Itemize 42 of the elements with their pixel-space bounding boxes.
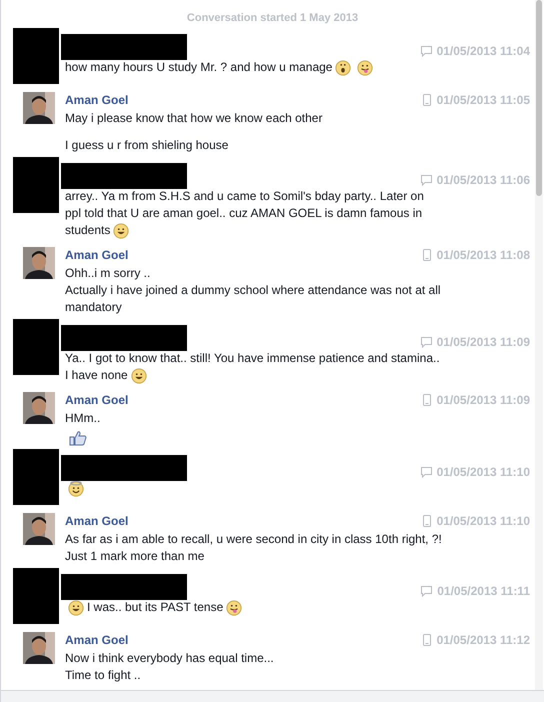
conversation-start-label: Conversation started 1 May 2013 [186, 12, 358, 25]
message-text: students [65, 222, 110, 239]
sender-name: Aman Goel [65, 92, 128, 109]
tongue-face-icon [226, 600, 242, 616]
scrollbar-thumb[interactable] [536, 0, 542, 196]
sender-name: Aman Goel [65, 632, 128, 649]
message-text: I guess u r from shieling house [65, 137, 228, 154]
message-text: how many hours U study Mr. ? and how u manage [65, 59, 332, 76]
message-text: arrey.. Ya m from S.H.S and u came to Somil's bday party.. Later on [65, 188, 424, 205]
smiley-icon [130, 368, 147, 384]
timestamp: 01/05/2013 11:09 [436, 334, 530, 351]
smiley-icon [113, 222, 130, 238]
message-text: As far as i am able to recall, u were second in city in class 10th right, ?! [65, 531, 442, 548]
timestamp: 01/05/2013 11:08 [436, 247, 530, 264]
timestamp: 01/05/2013 11:04 [436, 43, 530, 60]
message-text: HMm.. [65, 410, 100, 427]
message-text: ppl told that U are aman goel.. cuz AMAN GOEL is damn famous in [65, 205, 422, 222]
timestamp: 01/05/2013 11:05 [436, 92, 530, 109]
smiley-icon [68, 600, 84, 616]
message-text: I was.. but its PAST tense [87, 599, 224, 616]
message-text: Ohh..i m sorry .. [65, 265, 150, 282]
sender-name: Aman Goel [65, 513, 128, 530]
timestamp: 01/05/2013 11:10 [436, 464, 530, 481]
message-text: May i please know that how we know each other [65, 110, 322, 127]
message-text: Just 1 mark more than me [65, 548, 204, 565]
message-text: I have none [65, 367, 128, 384]
surprised-face-icon [335, 60, 352, 76]
sender-name: Aman Goel [65, 392, 128, 409]
message-text: Now i think everybody has equal time... [65, 650, 274, 667]
tongue-face-icon [357, 60, 374, 76]
halo-face-icon [68, 480, 84, 496]
sender-name: Aman Goel [65, 247, 128, 264]
timestamp: 01/05/2013 11:09 [436, 392, 530, 409]
message-text: mandatory [65, 299, 122, 316]
timestamp: 01/05/2013 11:12 [436, 632, 530, 649]
thumbs-up-icon [69, 430, 87, 446]
timestamp: 01/05/2013 11:10 [436, 513, 530, 530]
timestamp: 01/05/2013 11:06 [436, 172, 530, 189]
message-text: Time to fight .. [65, 667, 141, 684]
timestamp: 01/05/2013 11:11 [437, 583, 530, 600]
message-text: Actually i have joined a dummy school where attendance was not at all [65, 282, 441, 299]
message-text: Ya.. I got to know that.. still! You have immense patience and stamina.. [65, 350, 440, 367]
